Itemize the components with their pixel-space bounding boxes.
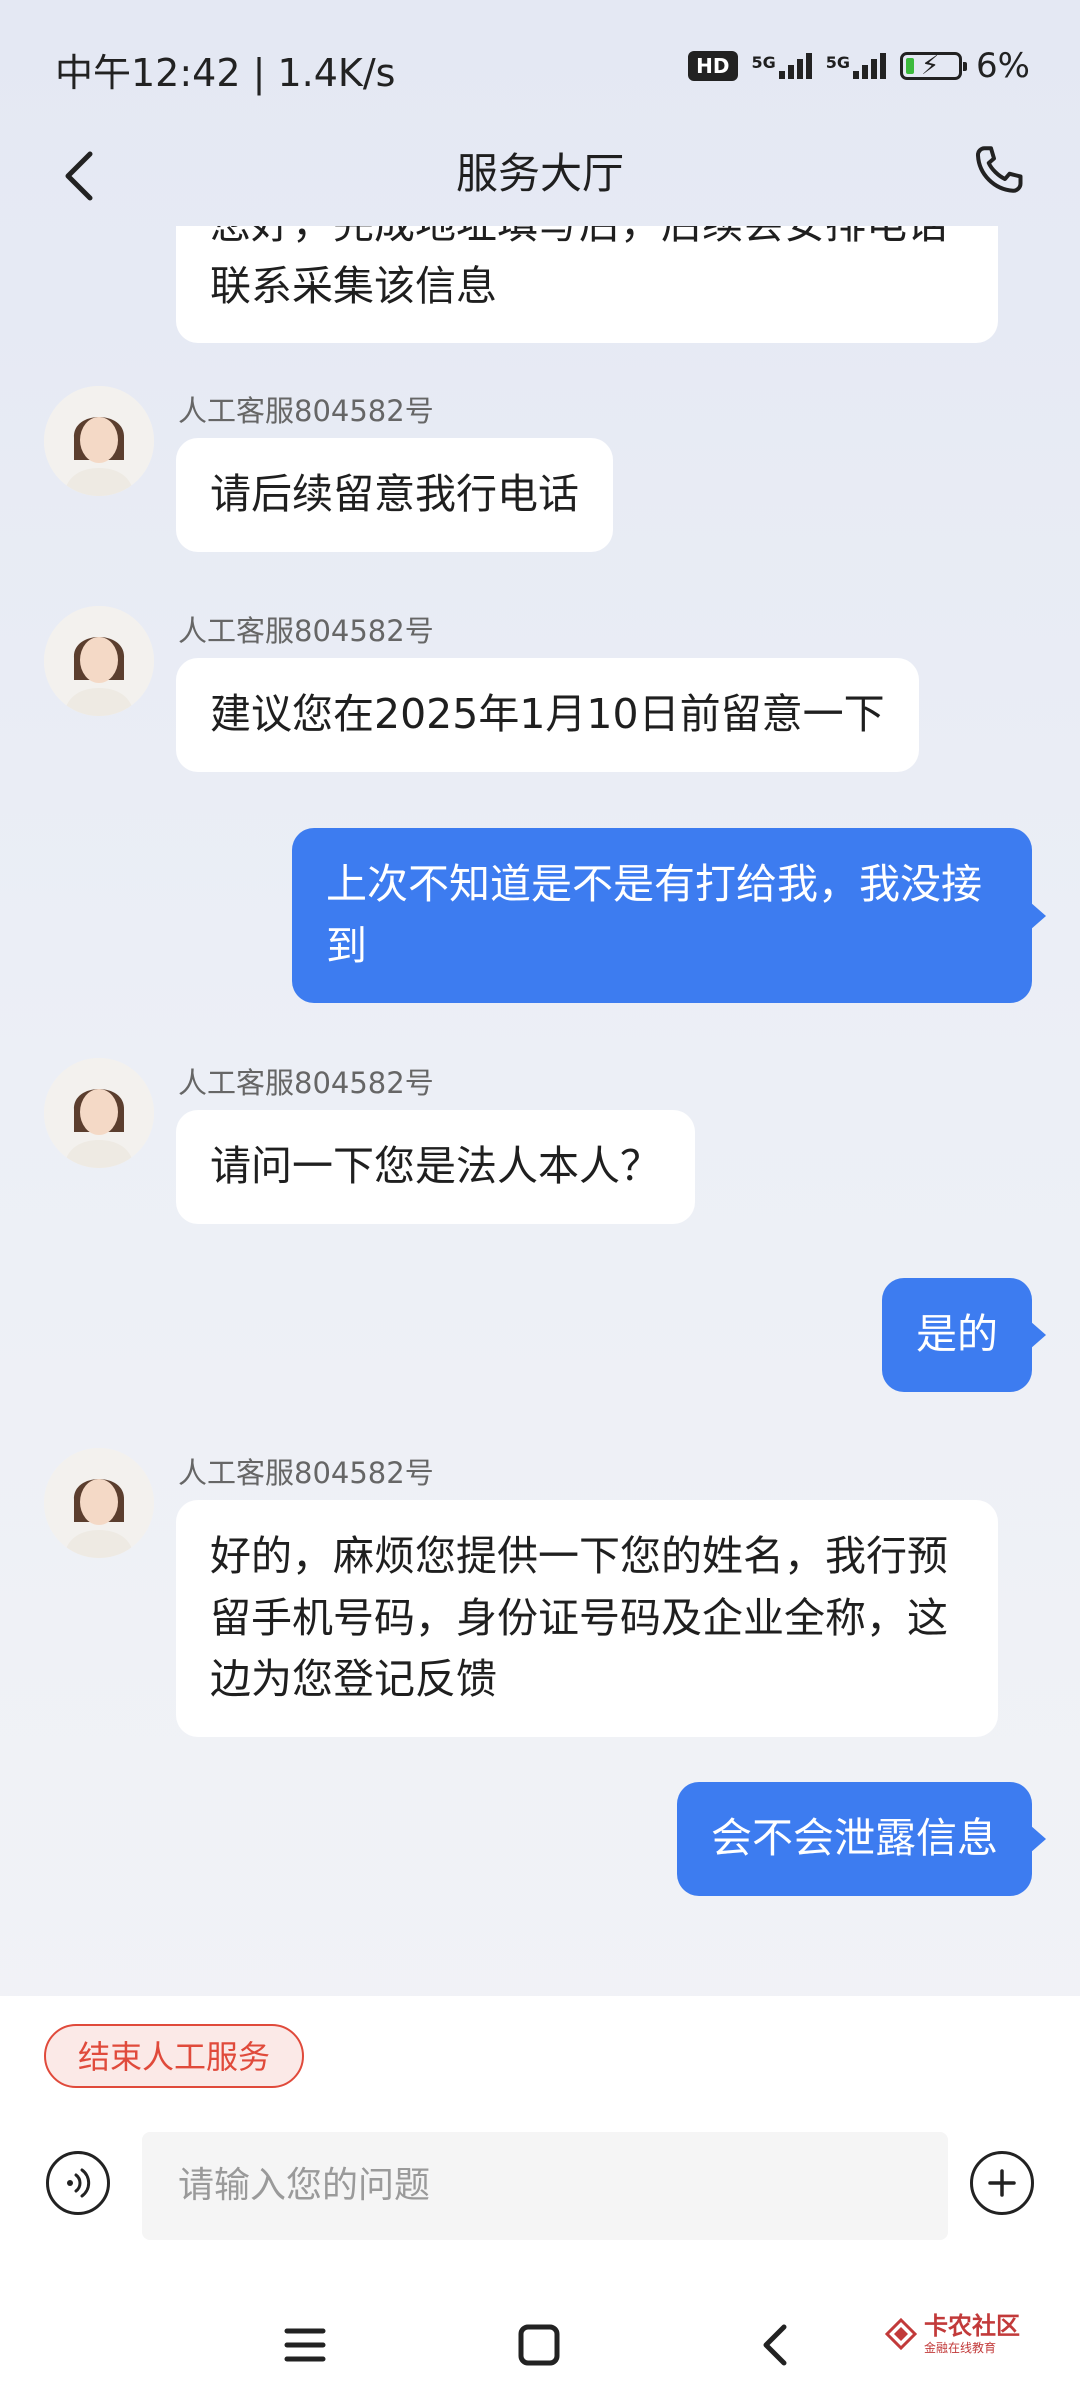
agent-name: 人工客服804582号 [178,1066,434,1100]
voice-icon [67,2168,91,2198]
agent-avatar [44,606,154,716]
header: 服务大厅 [0,130,1080,226]
chat-area[interactable]: 您好，完成地址填写后，后续会安排电话联系采集该信息 人工客服804582号 请后… [0,226,1080,1996]
agent-avatar-image [44,1448,154,1558]
status-icons: HD 5G 5G ⚡ 6% [688,46,1030,86]
watermark-subtext: 金融在线教育 [924,2341,997,2355]
signal-icon-2: 5G [826,53,887,79]
agent-avatar-image [44,386,154,496]
system-nav-bar: 卡农社区 金融在线教育 [0,2286,1080,2400]
bottom-panel: 结束人工服务 请输入您的问题 卡农社区 金融在线教育 [0,1996,1080,2400]
battery-percent: 6% [976,46,1030,86]
home-square-icon [518,2324,560,2366]
nav-menu-button[interactable] [270,2310,340,2380]
agent-message: 好的，麻烦您提供一下您的姓名，我行预留手机号码，身份证号码及企业全称，这边为您登… [176,1500,998,1737]
more-options-button[interactable] [970,2151,1034,2215]
call-button[interactable] [956,130,1040,214]
message-input[interactable]: 请输入您的问题 [142,2132,948,2240]
nav-home-button[interactable] [504,2310,574,2380]
watermark-logo-icon [884,2317,918,2351]
agent-avatar-image [44,606,154,716]
watermark-logo: 卡农社区 金融在线教育 [884,2314,1020,2354]
agent-name: 人工客服804582号 [178,614,434,648]
user-message: 上次不知道是不是有打给我，我没接到 [292,828,1046,1003]
agent-avatar [44,1058,154,1168]
nav-back-button[interactable] [740,2310,810,2380]
status-bar: 中午12:42 | 1.4K/s HD 5G 5G ⚡ 6% [0,0,1080,130]
watermark-text: 卡农社区 [924,2312,1020,2340]
plus-icon [988,2169,1016,2197]
voice-input-button[interactable] [46,2151,110,2215]
agent-avatar [44,1448,154,1558]
agent-name: 人工客服804582号 [178,1456,434,1490]
agent-avatar-image [44,1058,154,1168]
hd-icon: HD [688,51,738,81]
agent-avatar [44,386,154,496]
phone-icon [976,146,1023,193]
agent-message: 请后续留意我行电话 [176,438,613,552]
agent-name: 人工客服804582号 [178,394,434,428]
menu-icon [284,2328,326,2362]
signal-icon-1: 5G [752,53,812,79]
status-time: 中午12:42 | 1.4K/s [55,51,396,95]
agent-message: 建议您在2025年1月10日前留意一下 [176,658,919,772]
page-title: 服务大厅 [455,149,624,198]
end-service-button[interactable]: 结束人工服务 [44,2024,305,2088]
user-message: 会不会泄露信息 [677,1782,1046,1896]
user-message: 是的 [882,1278,1046,1392]
nav-back-icon [763,2324,787,2366]
battery-icon: ⚡ [900,51,968,81]
agent-message: 请问一下您是法人本人？ [176,1110,695,1224]
agent-message: 您好，完成地址填写后，后续会安排电话联系采集该信息 [176,226,998,343]
